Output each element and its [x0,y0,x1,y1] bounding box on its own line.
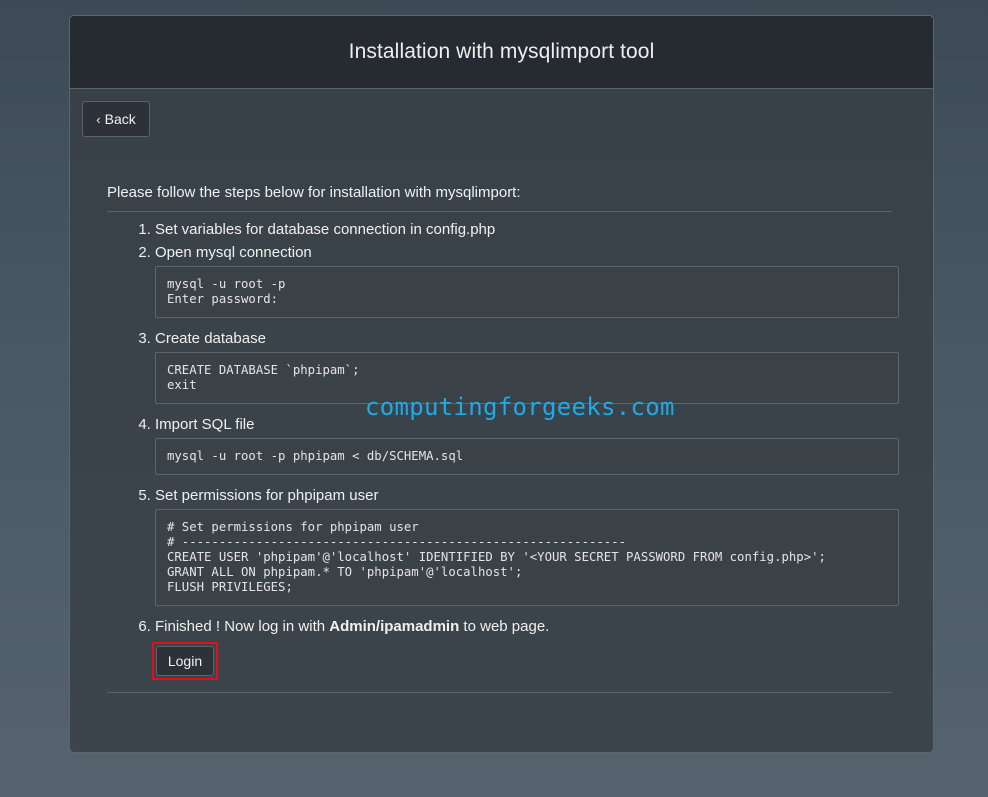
step-1: Set variables for database connection in… [155,218,892,241]
code-line: Enter password: [167,292,279,306]
code-block-mysql-connection: mysql -u root -p Enter password: [155,266,899,318]
page-title: Installation with mysqlimport tool [348,40,655,63]
code-line: exit [167,378,197,392]
code-block-import-sql: mysql -u root -p phpipam < db/SCHEMA.sql [155,438,899,475]
login-button[interactable]: Login [156,646,214,676]
chevron-left-icon: ‹ [96,111,101,127]
steps-list: Set variables for database connection in… [107,218,899,680]
code-line: mysql -u root -p phpipam < db/SCHEMA.sql [167,449,464,463]
panel-header: Installation with mysqlimport tool [70,16,933,89]
code-line: GRANT ALL ON phpipam.* TO 'phpipam'@'loc… [167,565,523,579]
step-3: Create database CREATE DATABASE `phpipam… [155,327,899,404]
login-highlight-box: Login [152,642,218,680]
code-line: # --------------------------------------… [167,535,627,549]
back-button-label: Back [104,111,136,127]
step-4: Import SQL file mysql -u root -p phpipam… [155,413,899,475]
code-line: FLUSH PRIVILEGES; [167,580,293,594]
step-6: Finished ! Now log in with Admin/ipamadm… [152,615,892,680]
back-button[interactable]: ‹ Back [82,101,150,137]
code-line: # Set permissions for phpipam user [167,520,419,534]
step-6-text-after: to web page. [459,618,550,635]
instructions: Please follow the steps below for instal… [107,184,899,693]
code-line: CREATE USER 'phpipam'@'localhost' IDENTI… [167,550,826,564]
step-3-text: Create database [155,330,266,347]
intro-text: Please follow the steps below for instal… [107,184,892,212]
step-1-text: Set variables for database connection in… [155,221,496,238]
step-2: Open mysql connection mysql -u root -pEn… [155,241,899,318]
divider [107,692,892,693]
step-4-text: Import SQL file [155,416,255,433]
step-5: Set permissions for phpipam user # Set p… [155,484,899,606]
step-6-text-before: Finished ! Now log in with [155,618,330,635]
installation-panel: Installation with mysqlimport tool ‹ Bac… [69,15,934,753]
step-2-text: Open mysql connection [155,244,312,261]
code-line: CREATE DATABASE `phpipam`; [167,363,360,377]
step-5-text: Set permissions for phpipam user [155,487,379,504]
step-6-credentials: Admin/ipamadmin [329,618,460,635]
code-block-create-database: CREATE DATABASE `phpipam`; exit [155,352,899,404]
code-line: mysql -u root -p [167,277,286,291]
code-block-permissions: # Set permissions for phpipam user # ----… [155,509,899,606]
